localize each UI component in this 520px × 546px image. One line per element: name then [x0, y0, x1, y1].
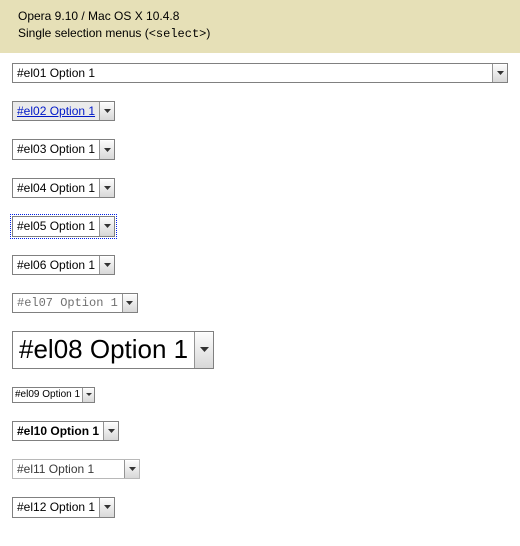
- select-el06[interactable]: #el06 Option 1: [12, 255, 115, 275]
- header-line-2-code: <select>: [149, 27, 207, 41]
- select-el07-value: #el07 Option 1: [13, 294, 122, 312]
- select-el03-value: #el03 Option 1: [13, 140, 99, 158]
- select-el08-value: #el08 Option 1: [13, 332, 194, 367]
- select-el12-value: #el12 Option 1: [13, 498, 99, 516]
- header-line-1: Opera 9.10 / Mac OS X 10.4.8: [18, 8, 502, 25]
- select-el03[interactable]: #el03 Option 1: [12, 139, 115, 159]
- select-el02-value: #el02 Option 1: [13, 102, 99, 120]
- select-el11-value: #el11 Option 1: [13, 460, 124, 478]
- select-el02[interactable]: #el02 Option 1: [12, 101, 115, 121]
- select-el10-value: #el10 Option 1: [13, 422, 103, 440]
- select-el12[interactable]: #el12 Option 1: [12, 497, 115, 517]
- dropdown-arrow-icon: [99, 217, 114, 235]
- dropdown-arrow-icon: [99, 102, 114, 120]
- header-line-2-pre: Single selection menus (: [18, 26, 149, 40]
- dropdown-arrow-icon: [99, 179, 114, 197]
- dropdown-arrow-icon: [492, 64, 507, 82]
- dropdown-arrow-icon: [82, 388, 94, 402]
- select-el10[interactable]: #el10 Option 1: [12, 421, 119, 441]
- header-line-2: Single selection menus (<select>): [18, 25, 502, 43]
- dropdown-arrow-icon: [99, 140, 114, 158]
- page-header: Opera 9.10 / Mac OS X 10.4.8 Single sele…: [0, 0, 520, 53]
- dropdown-arrow-icon: [99, 256, 114, 274]
- select-el09-value: #el09 Option 1: [13, 388, 82, 402]
- dropdown-arrow-icon: [99, 498, 114, 516]
- header-line-2-post: ): [206, 26, 210, 40]
- select-el05-value: #el05 Option 1: [13, 217, 99, 235]
- dropdown-arrow-icon: [103, 422, 118, 440]
- dropdown-arrow-icon: [194, 332, 213, 367]
- select-el08[interactable]: #el08 Option 1: [12, 331, 214, 368]
- select-el04[interactable]: #el04 Option 1: [12, 178, 115, 198]
- select-el01-value: #el01 Option 1: [13, 64, 492, 82]
- select-el07[interactable]: #el07 Option 1: [12, 293, 138, 313]
- select-el11[interactable]: #el11 Option 1: [12, 459, 140, 479]
- select-el01[interactable]: #el01 Option 1: [12, 63, 508, 83]
- select-el05[interactable]: #el05 Option 1: [12, 216, 115, 236]
- content-area: #el01 Option 1 #el02 Option 1 #el03 Opti…: [0, 53, 520, 546]
- select-el06-value: #el06 Option 1: [13, 256, 99, 274]
- select-el04-value: #el04 Option 1: [13, 179, 99, 197]
- dropdown-arrow-icon: [122, 294, 137, 312]
- dropdown-arrow-icon: [124, 460, 139, 478]
- select-el09[interactable]: #el09 Option 1: [12, 387, 95, 403]
